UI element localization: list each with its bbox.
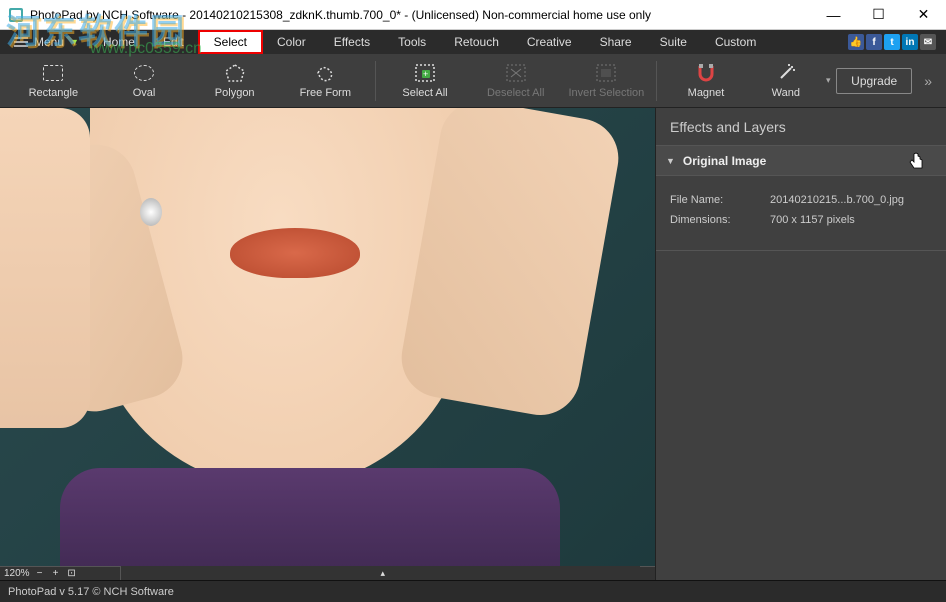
tool-freeform-label: Free Form xyxy=(300,87,351,99)
cursor-hand-icon xyxy=(908,152,926,177)
main-menu-label: Menu xyxy=(34,35,64,49)
hamburger-icon xyxy=(14,36,28,48)
dimensions-label: Dimensions: xyxy=(670,214,770,226)
tool-magnet-label: Magnet xyxy=(688,87,725,99)
triangle-down-icon: ▼ xyxy=(666,156,675,166)
tool-invert-selection-label: Invert Selection xyxy=(568,87,644,99)
menu-custom[interactable]: Custom xyxy=(701,30,770,54)
deselect-all-icon xyxy=(505,62,527,84)
invert-selection-icon xyxy=(595,62,617,84)
zoom-value: 120% xyxy=(4,568,30,579)
menu-suite[interactable]: Suite xyxy=(646,30,701,54)
menu-retouch[interactable]: Retouch xyxy=(440,30,513,54)
zoom-in-button[interactable]: + xyxy=(50,568,62,579)
zoom-fit-button[interactable]: ⊡ xyxy=(66,568,78,579)
minimize-button[interactable]: — xyxy=(811,0,856,30)
tool-wand-label: Wand xyxy=(772,87,800,99)
wand-icon xyxy=(775,62,797,84)
panel-title: Effects and Layers xyxy=(656,108,946,146)
toolbar-separator xyxy=(656,61,657,101)
window-title: PhotoPad by NCH Software - 2014021021530… xyxy=(30,8,811,22)
section-original-image[interactable]: ▼ Original Image xyxy=(656,146,946,176)
upgrade-button[interactable]: Upgrade xyxy=(836,68,912,94)
menu-edit[interactable]: Edit xyxy=(149,30,198,54)
statusbar: PhotoPad v 5.17 © NCH Software xyxy=(0,580,946,602)
menu-tools[interactable]: Tools xyxy=(384,30,440,54)
statusbar-text: PhotoPad v 5.17 © NCH Software xyxy=(8,586,174,598)
section-title: Original Image xyxy=(683,154,766,168)
zoom-out-button[interactable]: − xyxy=(34,568,46,579)
linkedin-button[interactable]: in xyxy=(902,34,918,50)
tool-select-all-label: Select All xyxy=(402,87,447,99)
chevron-down-icon: ▼ xyxy=(70,37,79,47)
rectangle-icon xyxy=(42,62,64,84)
tool-rectangle[interactable]: Rectangle xyxy=(8,54,99,108)
oval-icon xyxy=(133,62,155,84)
toolbar-more-button[interactable]: » xyxy=(918,73,938,89)
tool-polygon[interactable]: Polygon xyxy=(189,54,280,108)
side-panel: Effects and Layers ▼ Original Image File… xyxy=(655,108,946,580)
titlebar: PhotoPad by NCH Software - 2014021021530… xyxy=(0,0,946,30)
select-all-icon: + xyxy=(414,62,436,84)
filename-label: File Name: xyxy=(670,194,770,206)
app-icon xyxy=(8,7,24,23)
canvas-image xyxy=(0,108,655,566)
menubar: Menu ▼ Home Edit Select Color Effects To… xyxy=(0,30,946,54)
main-menu-dropdown[interactable]: Menu ▼ xyxy=(4,30,89,54)
tool-wand[interactable]: Wand xyxy=(751,54,820,108)
magnet-icon xyxy=(695,62,717,84)
tool-oval-label: Oval xyxy=(133,87,156,99)
image-properties: File Name: 20140210215...b.700_0.jpg Dim… xyxy=(656,176,946,251)
svg-text:+: + xyxy=(423,69,428,79)
facebook-button[interactable]: f xyxy=(866,34,882,50)
tool-deselect-all-label: Deselect All xyxy=(487,87,544,99)
freeform-icon xyxy=(314,62,336,84)
horizontal-scrollbar[interactable]: ▴ xyxy=(120,566,640,580)
toolbar-separator xyxy=(375,61,376,101)
menu-creative[interactable]: Creative xyxy=(513,30,586,54)
tool-freeform[interactable]: Free Form xyxy=(280,54,371,108)
workspace: 120% − + ⊡ ▴ Effects and Layers ▼ Origin… xyxy=(0,108,946,580)
menu-home[interactable]: Home xyxy=(89,30,149,54)
close-button[interactable]: ✕ xyxy=(901,0,946,30)
tool-magnet[interactable]: Magnet xyxy=(661,54,752,108)
menu-effects[interactable]: Effects xyxy=(320,30,384,54)
tool-select-all[interactable]: + Select All xyxy=(380,54,471,108)
share-button[interactable]: ✉ xyxy=(920,34,936,50)
like-button[interactable]: 👍 xyxy=(848,34,864,50)
tool-wand-dropdown[interactable]: ▾ xyxy=(820,54,836,108)
twitter-button[interactable]: t xyxy=(884,34,900,50)
canvas-area[interactable]: 120% − + ⊡ ▴ xyxy=(0,108,655,580)
toolbar: Rectangle Oval Polygon Free Form + Selec… xyxy=(0,54,946,108)
polygon-icon xyxy=(224,62,246,84)
tool-polygon-label: Polygon xyxy=(215,87,255,99)
tool-oval[interactable]: Oval xyxy=(99,54,190,108)
social-buttons: 👍 f t in ✉ xyxy=(848,34,936,50)
tool-rectangle-label: Rectangle xyxy=(29,87,79,99)
menu-share[interactable]: Share xyxy=(586,30,646,54)
maximize-button[interactable]: ☐ xyxy=(856,0,901,30)
scroll-arrow-icon: ▴ xyxy=(381,568,386,579)
filename-value: 20140210215...b.700_0.jpg xyxy=(770,194,932,206)
menu-color[interactable]: Color xyxy=(263,30,320,54)
dimensions-value: 700 x 1157 pixels xyxy=(770,214,932,226)
menu-select[interactable]: Select xyxy=(198,30,263,54)
tool-deselect-all: Deselect All xyxy=(470,54,561,108)
tool-invert-selection: Invert Selection xyxy=(561,54,652,108)
